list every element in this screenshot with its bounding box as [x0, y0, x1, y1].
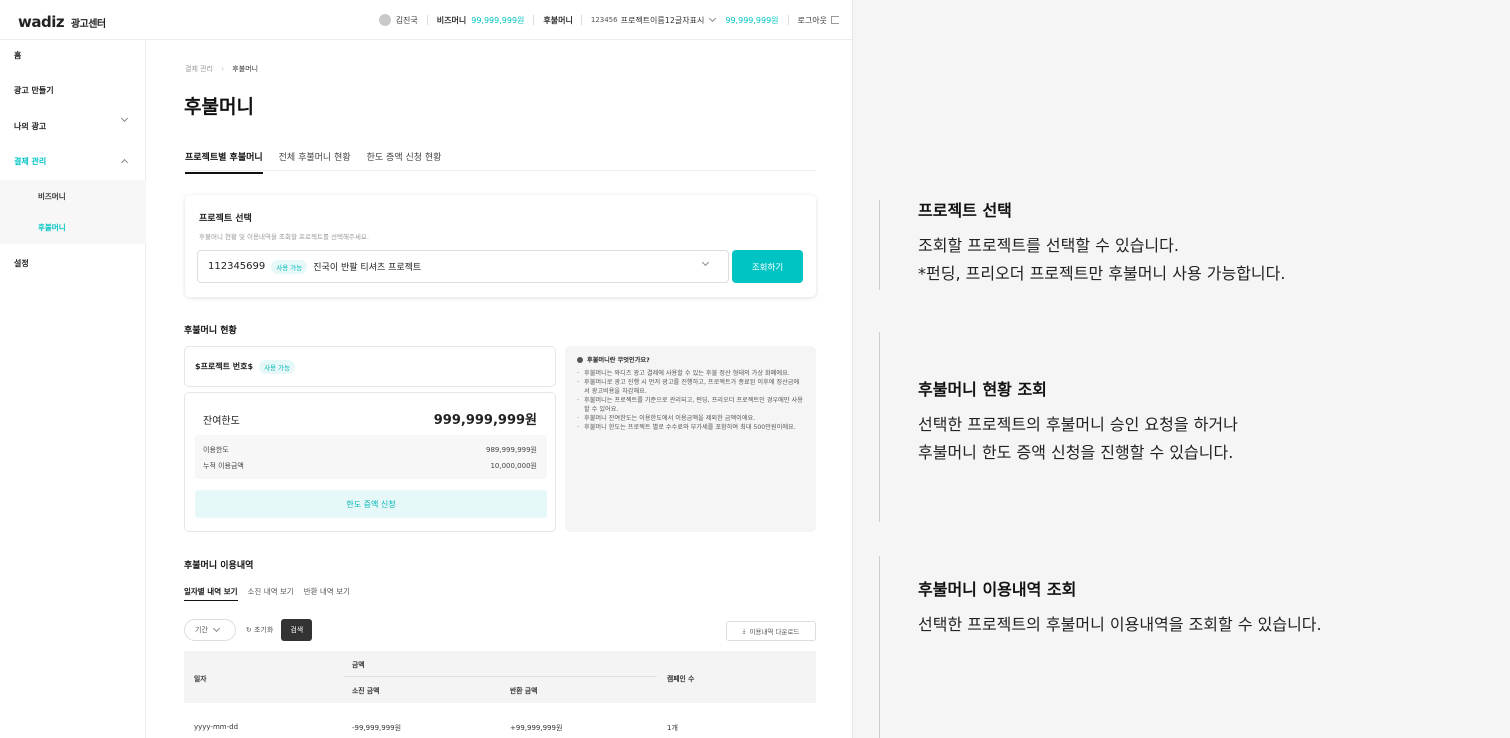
sidebar-item-bizmoney[interactable]: 비즈머니 — [38, 191, 66, 202]
status-section-title: 후불머니 현황 — [184, 326, 237, 336]
project-number: $프로젝트 번호$ — [195, 362, 254, 371]
info-icon — [577, 356, 583, 363]
reset-button[interactable]: ↻ 초기화 — [246, 625, 273, 635]
faq-item: 후불머니는 프로젝트를 기준으로 관리되고, 펀딩, 프리오더 프로젝트인 경우… — [577, 396, 804, 414]
project-select-card: 프로젝트 선택 후불머니 현황 및 이용내역을 조회할 프로젝트를 선택해주세요… — [185, 195, 816, 297]
limit-value: 989,999,999원 — [486, 446, 537, 454]
project-id: 112345699 — [208, 261, 266, 272]
sidebar-item-my-ads[interactable]: 나의 광고 — [14, 121, 46, 132]
remaining-value: 999,999,999원 — [433, 413, 537, 428]
col-spent: 소진 금액 — [352, 687, 380, 695]
project-name: 진국이 반팔 티셔츠 프로젝트 — [313, 263, 422, 273]
project-select-desc: 후불머니 현황 및 이용내역을 조회할 프로젝트를 선택해주세요. — [199, 233, 369, 241]
annotation-bracket-3 — [879, 556, 880, 738]
faq-title: 후불머니란 무엇인가요? — [587, 357, 650, 364]
breadcrumb-current: 후불머니 — [232, 65, 259, 73]
cell-spent: -99,999,999원 — [352, 724, 402, 732]
remaining-label: 잔여한도 — [203, 416, 240, 427]
top-header: wadiz 광고센터 김진국 비즈머니 99,999,999원 후불머니 123… — [0, 0, 852, 40]
tab-all-postpay[interactable]: 전체 후불머니 현황 — [279, 150, 351, 174]
avatar[interactable] — [378, 14, 391, 26]
annotation-title-1: 프로젝트 선택 — [918, 201, 1012, 220]
balance-box: 잔여한도 999,999,999원 이용한도 989,999,999원 누적 이… — [184, 392, 556, 532]
tab-project-postpay[interactable]: 프로젝트별 후불머니 — [185, 150, 263, 174]
cell-date: yyyy-mm-dd — [194, 723, 239, 731]
cell-campaigns: 1개 — [667, 724, 678, 732]
sidebar-item-home[interactable]: 홈 — [14, 50, 21, 61]
faq-box: 후불머니란 무엇인가요? 후불머니는 와디즈 광고 결제에 사용할 수 있는 후… — [565, 346, 816, 532]
col-returned: 반환 금액 — [510, 687, 538, 695]
breadcrumb: 결제 관리 › 후불머니 — [185, 64, 258, 74]
status-badge: 사용 가능 — [259, 359, 296, 374]
used-value: 10,000,000원 — [490, 462, 537, 470]
subtab-spent[interactable]: 소진 내역 보기 — [248, 586, 294, 601]
sidebar-sub-menu — [0, 180, 146, 244]
chevron-down-icon[interactable] — [709, 14, 717, 23]
faq-item: 후불머니 잔여한도는 이용한도에서 이용금액을 제외한 금액이에요. — [577, 414, 804, 423]
chevron-down-icon[interactable] — [120, 114, 129, 123]
limit-label: 이용한도 — [203, 446, 229, 454]
history-filters: 기간 ↻ 초기화 검색 — [184, 619, 313, 641]
status-badge: 사용 가능 — [271, 259, 308, 274]
tabs: 프로젝트별 후불머니 전체 후불머니 현황 한도 증액 신청 현황 — [185, 150, 457, 174]
table-header: 일자 금액 소진 금액 반환 금액 캠페인 수 — [184, 651, 816, 703]
col-date: 일자 — [194, 675, 207, 683]
project-select-title: 프로젝트 선택 — [199, 214, 252, 224]
sidebar-item-payment[interactable]: 결제 관리 — [14, 156, 46, 167]
col-campaigns: 캠페인 수 — [667, 675, 695, 683]
col-amount: 금액 — [352, 661, 365, 669]
sidebar-item-settings[interactable]: 설정 — [14, 258, 29, 269]
chevron-down-icon — [701, 258, 710, 267]
project-number-box: $프로젝트 번호$ 사용 가능 — [184, 346, 556, 387]
download-icon: ⤓ — [742, 626, 746, 635]
sidebar-item-postpay[interactable]: 후불머니 — [38, 222, 66, 233]
annotation-title-3: 후불머니 이용내역 조회 — [918, 580, 1077, 599]
tab-limit-increase[interactable]: 한도 증액 신청 현황 — [367, 150, 442, 174]
chevron-down-icon — [212, 624, 220, 633]
logout-link[interactable]: 로그아웃 — [798, 15, 827, 26]
limit-increase-button[interactable]: 한도 증액 신청 — [195, 490, 547, 518]
user-name[interactable]: 김진국 — [396, 15, 418, 26]
subtab-returned[interactable]: 반환 내역 보기 — [304, 586, 350, 601]
refresh-icon: ↻ — [245, 626, 254, 634]
history-section-title: 후불머니 이용내역 — [184, 561, 254, 571]
logout-icon[interactable] — [831, 16, 839, 24]
postpay-label: 후불머니 — [543, 15, 573, 25]
period-dropdown[interactable]: 기간 — [184, 619, 236, 641]
project-select-dropdown[interactable]: 112345699 사용 가능 진국이 반팔 티셔츠 프로젝트 — [197, 250, 729, 283]
annotation-desc-2: 선택한 프로젝트의 후불머니 승인 요청을 하거나 후불머니 한도 증액 신청을… — [918, 415, 1238, 462]
postpay-value: 99,999,999원 — [725, 15, 779, 25]
faq-item: 후불머니 한도는 프로젝트 별로 수수료와 부가세를 포함하여 최대 500만원… — [577, 423, 804, 432]
breadcrumb-parent[interactable]: 결제 관리 — [185, 65, 213, 73]
header-right: 김진국 비즈머니 99,999,999원 후불머니 123456 프로젝트이름1… — [378, 0, 839, 40]
search-button[interactable]: 조회하기 — [732, 250, 803, 283]
annotation-bracket-1 — [879, 200, 880, 290]
annotation-desc-1: 조회할 프로젝트를 선택할 수 있습니다. *펀딩, 프리오더 프로젝트만 후불… — [918, 236, 1286, 283]
chevron-up-icon[interactable] — [120, 158, 129, 167]
logo[interactable]: wadiz 광고센터 — [18, 13, 106, 31]
annotation-bracket-2 — [879, 332, 880, 522]
project-dropdown[interactable]: 프로젝트이름12글자표시 — [621, 15, 705, 26]
app-window: wadiz 광고센터 김진국 비즈머니 99,999,999원 후불머니 123… — [0, 0, 853, 738]
used-label: 누적 이용금액 — [203, 462, 244, 470]
annotation-title-2: 후불머니 현황 조회 — [918, 380, 1047, 399]
breadcrumb-separator-icon: › — [221, 65, 225, 73]
balance-detail: 이용한도 989,999,999원 누적 이용금액 10,000,000원 — [195, 435, 547, 479]
project-code: 123456 — [590, 16, 618, 24]
cell-returned: +99,999,999원 — [510, 724, 563, 732]
page-title: 후불머니 — [184, 96, 254, 118]
history-subtabs: 일자별 내역 보기 소진 내역 보기 반환 내역 보기 — [184, 586, 360, 601]
annotation-desc-3: 선택한 프로젝트의 후불머니 이용내역을 조회할 수 있습니다. — [918, 615, 1322, 634]
history-search-button[interactable]: 검색 — [281, 619, 313, 641]
sidebar: 홈 광고 만들기 나의 광고 결제 관리 비즈머니 후불머니 설정 — [0, 40, 146, 738]
table-row[interactable]: yyyy-mm-dd -99,999,999원 +99,999,999원 1개 — [184, 703, 816, 738]
faq-item: 후불머니로 광고 진행 시 먼저 광고를 진행하고, 프로젝트가 종료된 이후에… — [577, 378, 804, 396]
bizmoney-label: 비즈머니 — [436, 15, 467, 25]
download-button[interactable]: ⤓ 이용내역 다운로드 — [726, 621, 816, 641]
bizmoney-value: 99,999,999원 — [471, 15, 525, 25]
sidebar-item-create-ad[interactable]: 광고 만들기 — [14, 85, 54, 96]
subtab-daily[interactable]: 일자별 내역 보기 — [184, 586, 238, 601]
faq-item: 후불머니는 와디즈 광고 결제에 사용할 수 있는 후불 정산 형태의 가상 화… — [577, 369, 804, 378]
